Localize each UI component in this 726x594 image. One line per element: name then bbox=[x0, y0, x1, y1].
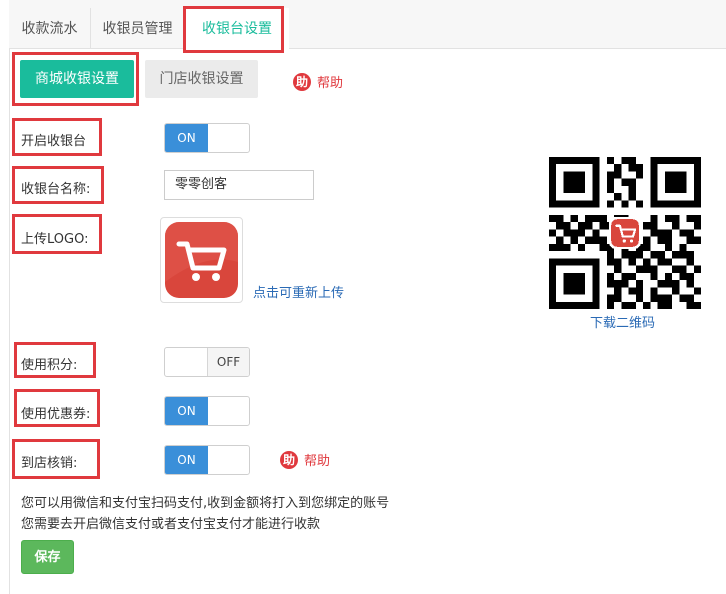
tab-payment-records[interactable]: 收款流水 bbox=[9, 8, 91, 48]
label-cashier-name: 收银台名称: bbox=[21, 182, 91, 197]
help-link-top[interactable]: 助 帮助 bbox=[293, 72, 343, 91]
toggle-store-verify[interactable]: ON bbox=[164, 445, 250, 475]
help-icon: 助 bbox=[280, 450, 298, 469]
reupload-link[interactable]: 点击可重新上传 bbox=[253, 282, 344, 301]
help-label: 帮助 bbox=[304, 454, 331, 469]
label-store-verify: 到店核销: bbox=[21, 456, 78, 471]
label-use-points: 使用积分: bbox=[21, 358, 78, 373]
help-link-store-verify[interactable]: 助 帮助 bbox=[280, 450, 330, 469]
logo-upload-area[interactable] bbox=[160, 217, 243, 303]
toggle-off-state: OFF bbox=[207, 348, 249, 376]
tab-cashier-settings[interactable]: 收银台设置 bbox=[185, 8, 289, 49]
download-qr-link[interactable]: 下载二维码 bbox=[590, 312, 655, 331]
toggle-on-state: ON bbox=[165, 124, 208, 152]
info-line-1: 您可以用微信和支付宝扫码支付,收到金额将打入到您绑定的账号 bbox=[21, 496, 390, 511]
tab-cashier-management[interactable]: 收银员管理 bbox=[91, 8, 185, 48]
save-button[interactable]: 保存 bbox=[21, 540, 74, 574]
help-label: 帮助 bbox=[317, 76, 344, 91]
shop-cart-logo-image bbox=[165, 222, 238, 298]
toggle-use-coupons[interactable]: ON bbox=[164, 396, 250, 426]
toggle-use-points[interactable]: OFF bbox=[164, 347, 250, 377]
toggle-on-state: ON bbox=[165, 446, 208, 474]
top-tab-bar: 收款流水 收银员管理 收银台设置 bbox=[9, 0, 726, 49]
cashier-name-input[interactable]: 零零创客 bbox=[164, 170, 314, 200]
subtab-mall-cashier-settings[interactable]: 商城收银设置 bbox=[20, 60, 134, 98]
shopping-cart-icon bbox=[165, 222, 238, 282]
info-line-2: 您需要去开启微信支付或者支付宝支付才能进行收款 bbox=[21, 517, 321, 532]
qr-code-image bbox=[549, 157, 701, 309]
toggle-enable-cashier[interactable]: ON bbox=[164, 123, 250, 153]
toggle-on-state: ON bbox=[165, 397, 208, 425]
help-icon: 助 bbox=[293, 72, 311, 91]
label-use-coupons: 使用优惠券: bbox=[21, 407, 91, 422]
label-upload-logo: 上传LOGO: bbox=[21, 232, 89, 247]
subtab-store-cashier-settings[interactable]: 门店收银设置 bbox=[145, 60, 258, 98]
label-enable-cashier: 开启收银台 bbox=[21, 134, 87, 149]
